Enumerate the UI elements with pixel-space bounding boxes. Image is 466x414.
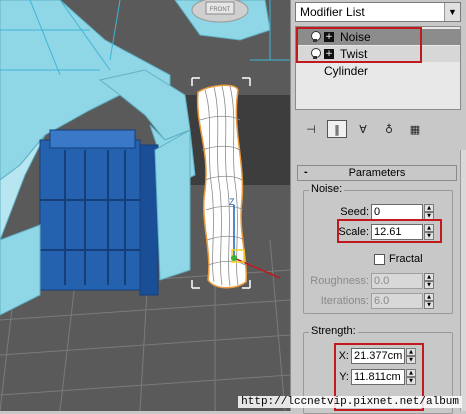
chevron-down-icon[interactable]: ▼ [444, 3, 460, 21]
panel-scrollbar[interactable] [460, 150, 466, 411]
fractal-checkbox[interactable] [374, 254, 385, 265]
watermark-url: http://lccnetvip.pixnet.net/album [238, 396, 462, 408]
spinner-arrows-icon[interactable]: ▲ ▼ [424, 273, 434, 289]
fractal-label: Fractal [389, 253, 423, 265]
modifier-list-dropdown[interactable]: Modifier List ▼ [295, 2, 461, 22]
noise-group-label: Noise: [309, 183, 345, 195]
parameters-title: Parameters [348, 167, 406, 179]
viewport-scene: FRONT Z [0, 0, 290, 411]
spinner-arrows-icon[interactable]: ▲ ▼ [424, 293, 434, 309]
stack-item-label: Cylinder [324, 64, 369, 78]
seed-field[interactable]: 0 [371, 204, 423, 220]
roughness-spinner[interactable]: 0.0 ▲ ▼ [371, 273, 434, 289]
roughness-field[interactable]: 0.0 [371, 273, 423, 289]
svg-text:Z: Z [229, 197, 235, 207]
iterations-spinner[interactable]: 6.0 ▲ ▼ [371, 293, 434, 309]
show-end-result-icon[interactable]: ‖ [327, 120, 347, 138]
configure-sets-icon[interactable]: ▦ [405, 120, 425, 138]
remove-modifier-icon[interactable]: ♁ [379, 120, 399, 138]
stack-item-cylinder[interactable]: Cylinder [296, 63, 460, 79]
collapse-icon[interactable]: - [304, 166, 308, 178]
iterations-label: Iterations: [320, 295, 369, 307]
command-panel: Modifier List ▼ + Noise + Twist Cylinder… [290, 0, 466, 414]
view-cube[interactable]: FRONT [191, 0, 249, 23]
roughness-label: Roughness: [310, 275, 369, 287]
seed-spinner[interactable]: 0 ▲ ▼ [371, 204, 434, 220]
stack-toolbar: ⊣ ‖ ∀ ♁ ▦ [295, 118, 461, 140]
make-unique-icon[interactable]: ∀ [353, 120, 373, 138]
seed-label: Seed: [340, 206, 369, 218]
modifier-list-label: Modifier List [300, 5, 365, 19]
viewport-perspective[interactable]: FRONT Z [0, 0, 290, 411]
pin-stack-icon[interactable]: ⊣ [301, 120, 321, 138]
parameters-rollout-header[interactable]: - Parameters [297, 165, 457, 181]
iterations-field[interactable]: 6.0 [371, 293, 423, 309]
spinner-arrows-icon[interactable]: ▲ ▼ [424, 204, 434, 220]
highlight-box-scale [337, 219, 442, 243]
strength-group-label: Strength: [309, 325, 358, 337]
svg-text:FRONT: FRONT [210, 7, 231, 13]
highlight-box-stack [296, 27, 422, 63]
